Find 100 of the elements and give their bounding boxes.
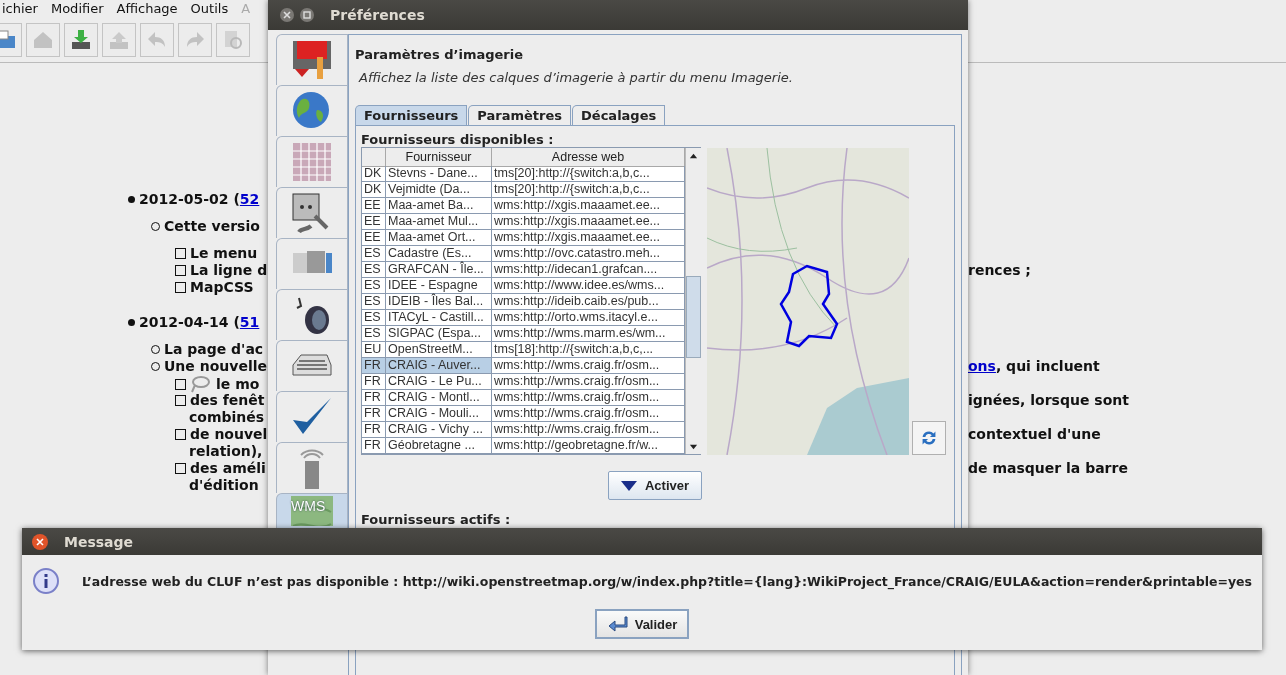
table-cell: wms:http://ideib.caib.es/pub... <box>492 294 685 310</box>
table-row[interactable]: ES ITACyL - Castill... wms:http://orto.wms.itacyl.e... <box>362 310 685 326</box>
close-button[interactable] <box>280 8 294 22</box>
table-cell: wms:http://xgis.maaamet.ee... <box>492 230 685 246</box>
table-cell: wms:http://idecan1.grafcan.... <box>492 262 685 278</box>
text: Cette versio <box>164 218 260 235</box>
text: MapCSS <box>190 279 254 296</box>
menu-item[interactable]: ichier <box>0 1 40 20</box>
table-cell: IDEE - Espagne <box>386 278 492 294</box>
link[interactable]: 51 <box>239 314 260 331</box>
table-cell: CRAIG - Vichy ... <box>386 422 492 438</box>
maximize-button[interactable] <box>300 8 314 22</box>
text: rences ; <box>968 262 1031 279</box>
scroll-up-icon <box>689 151 698 161</box>
column-header[interactable]: Fournisseur <box>386 148 492 167</box>
table-cell: ES <box>362 310 386 326</box>
table-row[interactable]: FR CRAIG - Le Pu... wms:http://wms.craig.fr/osm... <box>362 374 685 390</box>
menu-item[interactable]: Outils <box>188 1 231 20</box>
table-cell: Cadastre (Es... <box>386 246 492 262</box>
square-bullet-icon <box>175 429 186 440</box>
table-cell: Maa-amet Ort... <box>386 230 492 246</box>
section-label: Fournisseurs actifs : <box>361 512 512 527</box>
scrollbar[interactable] <box>685 148 701 454</box>
toolbar-button[interactable] <box>64 23 98 57</box>
tab[interactable]: Décalages <box>572 105 666 125</box>
table-row[interactable]: FR CRAIG - Vichy ... wms:http://wms.craig.fr/osm... <box>362 422 685 438</box>
bullet-icon <box>128 196 135 203</box>
bullet-icon <box>128 319 135 326</box>
text: La page d'ac <box>164 341 264 358</box>
table-cell: tms[20]:http://{switch:a,b,c... <box>492 182 685 198</box>
table-cell: wms:http://wms.marm.es/wm... <box>492 326 685 342</box>
download-icon <box>69 28 93 52</box>
column-header[interactable]: Adresse web <box>492 148 685 167</box>
activate-button[interactable]: Activer <box>607 471 703 500</box>
table-row[interactable]: ES IDEE - Espagne wms:http://www.idee.es/wms... <box>362 278 685 294</box>
table-row[interactable]: ES Cadastre (Es... wms:http://ovc.catastro.meh... <box>362 246 685 262</box>
scroll-thumb[interactable] <box>686 276 701 358</box>
text: 2012-05-02 ( <box>139 191 240 208</box>
table-cell: wms:http://xgis.maaamet.ee... <box>492 198 685 214</box>
close-button[interactable] <box>32 533 48 550</box>
table-row[interactable]: ES IDEIB - Îles Bal... wms:http://ideib.caib.es/pub... <box>362 294 685 310</box>
window-title: Préférences <box>330 7 425 23</box>
table-cell: FR <box>362 422 386 438</box>
table-row[interactable]: DK Stevns - Dane... tms[20]:http://{switch:a,b,c... <box>362 166 685 182</box>
icon-label: WMS <box>291 498 326 514</box>
link[interactable]: ons <box>968 358 996 375</box>
category-tab[interactable] <box>276 34 348 85</box>
text: ignées, lorsque sont <box>968 392 1129 409</box>
lasso-icon <box>190 375 212 393</box>
menu-item[interactable]: Modifier <box>48 1 106 20</box>
table-cell: Maa-amet Mul... <box>386 214 492 230</box>
window-title: Message <box>64 533 134 550</box>
table-row[interactable]: ES SIGPAC (Espa... wms:http://wms.marm.es/wm... <box>362 326 685 342</box>
table-row[interactable]: FR CRAIG - Mouli... wms:http://wms.craig.fr/osm... <box>362 406 685 422</box>
table-cell: FR <box>362 374 386 390</box>
category-tab[interactable] <box>276 289 348 340</box>
link[interactable]: 52 <box>239 191 260 208</box>
down-triangle-icon <box>620 480 637 491</box>
maximize-icon <box>302 10 312 20</box>
table-row[interactable]: ES GRAFCAN - Île... wms:http://idecan1.grafcan.... <box>362 262 685 278</box>
category-tab[interactable] <box>276 187 348 238</box>
table-row[interactable]: FR Géobretagne ... wms:http://geobretagne.fr/w... <box>362 438 685 454</box>
close-icon <box>282 10 292 20</box>
table-cell: Géobretagne ... <box>386 438 492 454</box>
table-cell: Stevns - Dane... <box>386 166 492 182</box>
refresh-button[interactable] <box>912 421 946 455</box>
table-cell: GRAFCAN - Île... <box>386 262 492 278</box>
table-cell: ES <box>362 278 386 294</box>
table-row[interactable]: EE Maa-amet Ort... wms:http://xgis.maaamet.ee... <box>362 230 685 246</box>
table-cell: FR <box>362 406 386 422</box>
tab[interactable]: Fournisseurs <box>355 105 468 125</box>
table-cell: wms:http://wms.craig.fr/osm... <box>492 406 685 422</box>
table-cell: DK <box>362 166 386 182</box>
message-text: L’adresse web du CLUF n’est pas disponible : http://wiki.openstreetmap.org/w/index.php?title={lang}:WikiProject_France/CRAIG/EULA&action=render&printable=yes <box>82 573 1252 589</box>
table-row[interactable]: DK Vejmidte (Da... tms[20]:http://{switch:a,b,c... <box>362 182 685 198</box>
ok-button[interactable]: Valider <box>594 609 690 639</box>
text: des améli <box>190 460 266 477</box>
column-header[interactable] <box>362 148 386 167</box>
info-icon <box>32 567 60 595</box>
text: de nouvel <box>190 426 268 443</box>
text: Le menu <box>190 245 258 262</box>
table-cell: tms[20]:http://{switch:a,b,c... <box>492 166 685 182</box>
text: Une nouvelle <box>164 358 267 375</box>
square-bullet-icon <box>175 463 186 474</box>
text: de masquer la barre <box>968 460 1128 477</box>
text: 2012-04-14 ( <box>139 314 240 331</box>
table-row[interactable]: FR CRAIG - Montl... wms:http://wms.craig.fr/osm... <box>362 390 685 406</box>
square-bullet-icon <box>175 395 186 406</box>
tab[interactable]: Paramètres <box>468 105 572 125</box>
text: d'édition <box>189 477 259 494</box>
table-cell: IDEIB - Îles Bal... <box>386 294 492 310</box>
menu-item[interactable]: Affichage <box>114 1 180 20</box>
description: Affichez la liste des calques d’imagerie à partir du menu Imagerie. <box>359 70 794 85</box>
category-tab[interactable] <box>276 391 348 442</box>
table-row[interactable]: EE Maa-amet Mul... wms:http://xgis.maaamet.ee... <box>362 214 685 230</box>
text: , qui incluent <box>995 358 1100 375</box>
table-cell: ES <box>362 326 386 342</box>
table-row[interactable]: EE Maa-amet Ba... wms:http://xgis.maaamet.ee... <box>362 198 685 214</box>
table-cell: FR <box>362 390 386 406</box>
table-row[interactable]: FR CRAIG - Auver... wms:http://wms.craig.fr/osm... <box>362 358 685 374</box>
